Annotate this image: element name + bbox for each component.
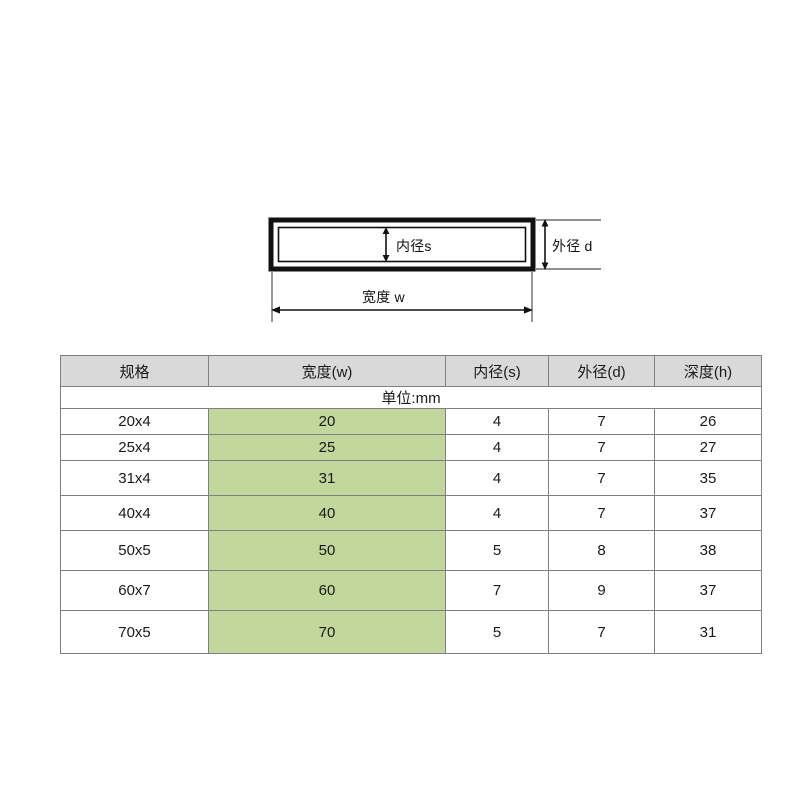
table-row: 31x4 31 4 7 35	[60, 460, 762, 496]
cell-spec: 70x5	[60, 610, 209, 654]
cell-inner: 4	[445, 434, 549, 461]
cell-inner: 4	[445, 460, 549, 496]
table-row: 20x4 20 4 7 26	[60, 408, 762, 435]
table-header-row: 规格 宽度(w) 内径(s) 外径(d) 深度(h)	[60, 355, 762, 387]
unit-note: 单位:mm	[60, 386, 762, 409]
cell-depth: 38	[654, 530, 762, 571]
cell-depth: 26	[654, 408, 762, 435]
column-header-inner: 内径(s)	[445, 355, 549, 387]
cell-spec: 60x7	[60, 570, 209, 611]
table-row: 25x4 25 4 7 27	[60, 434, 762, 461]
table-body: 20x4 20 4 7 26 25x4 25 4 7 27 31x4 31 4 7 35 40x4 40 4 7 37…	[60, 408, 762, 654]
table-row: 60x7 60 7 9 37	[60, 570, 762, 611]
cell-inner: 5	[445, 610, 549, 654]
cell-depth: 37	[654, 495, 762, 531]
column-header-spec: 规格	[60, 355, 209, 387]
cell-outer: 7	[548, 434, 655, 461]
cell-width: 31	[208, 460, 446, 496]
cell-depth: 27	[654, 434, 762, 461]
column-header-outer: 外径(d)	[548, 355, 655, 387]
cell-width: 40	[208, 495, 446, 531]
cell-outer: 7	[548, 495, 655, 531]
outer-diameter-label: 外径 d	[552, 238, 593, 254]
cell-spec: 25x4	[60, 434, 209, 461]
cell-inner: 4	[445, 408, 549, 435]
cell-spec: 31x4	[60, 460, 209, 496]
table-row: 70x5 70 5 7 31	[60, 610, 762, 654]
cell-outer: 9	[548, 570, 655, 611]
cell-depth: 31	[654, 610, 762, 654]
cell-inner: 4	[445, 495, 549, 531]
cell-spec: 20x4	[60, 408, 209, 435]
cell-outer: 8	[548, 530, 655, 571]
cell-width: 50	[208, 530, 446, 571]
column-header-width: 宽度(w)	[208, 355, 446, 387]
table-row: 50x5 50 5 8 38	[60, 530, 762, 571]
inner-diameter-label: 内径s	[396, 238, 432, 254]
table-row: 40x4 40 4 7 37	[60, 495, 762, 531]
cell-inner: 5	[445, 530, 549, 571]
cell-depth: 37	[654, 570, 762, 611]
cell-depth: 35	[654, 460, 762, 496]
cell-outer: 7	[548, 408, 655, 435]
cell-outer: 7	[548, 610, 655, 654]
cell-spec: 40x4	[60, 495, 209, 531]
cell-outer: 7	[548, 460, 655, 496]
cell-spec: 50x5	[60, 530, 209, 571]
cell-width: 20	[208, 408, 446, 435]
width-label: 宽度 w	[362, 289, 405, 305]
column-header-depth: 深度(h)	[654, 355, 762, 387]
cross-section-diagram: 内径s 外径 d 宽度 w	[0, 0, 800, 345]
unit-note-row: 单位:mm	[60, 386, 762, 409]
specification-table: 单位:mm 规格 宽度(w) 内径(s) 外径(d) 深度(h) 20x4 20 4…	[60, 355, 762, 654]
cell-width: 70	[208, 610, 446, 654]
cell-width: 60	[208, 570, 446, 611]
table-header: 规格 宽度(w) 内径(s) 外径(d) 深度(h)	[60, 355, 762, 387]
cell-width: 25	[208, 434, 446, 461]
cell-inner: 7	[445, 570, 549, 611]
